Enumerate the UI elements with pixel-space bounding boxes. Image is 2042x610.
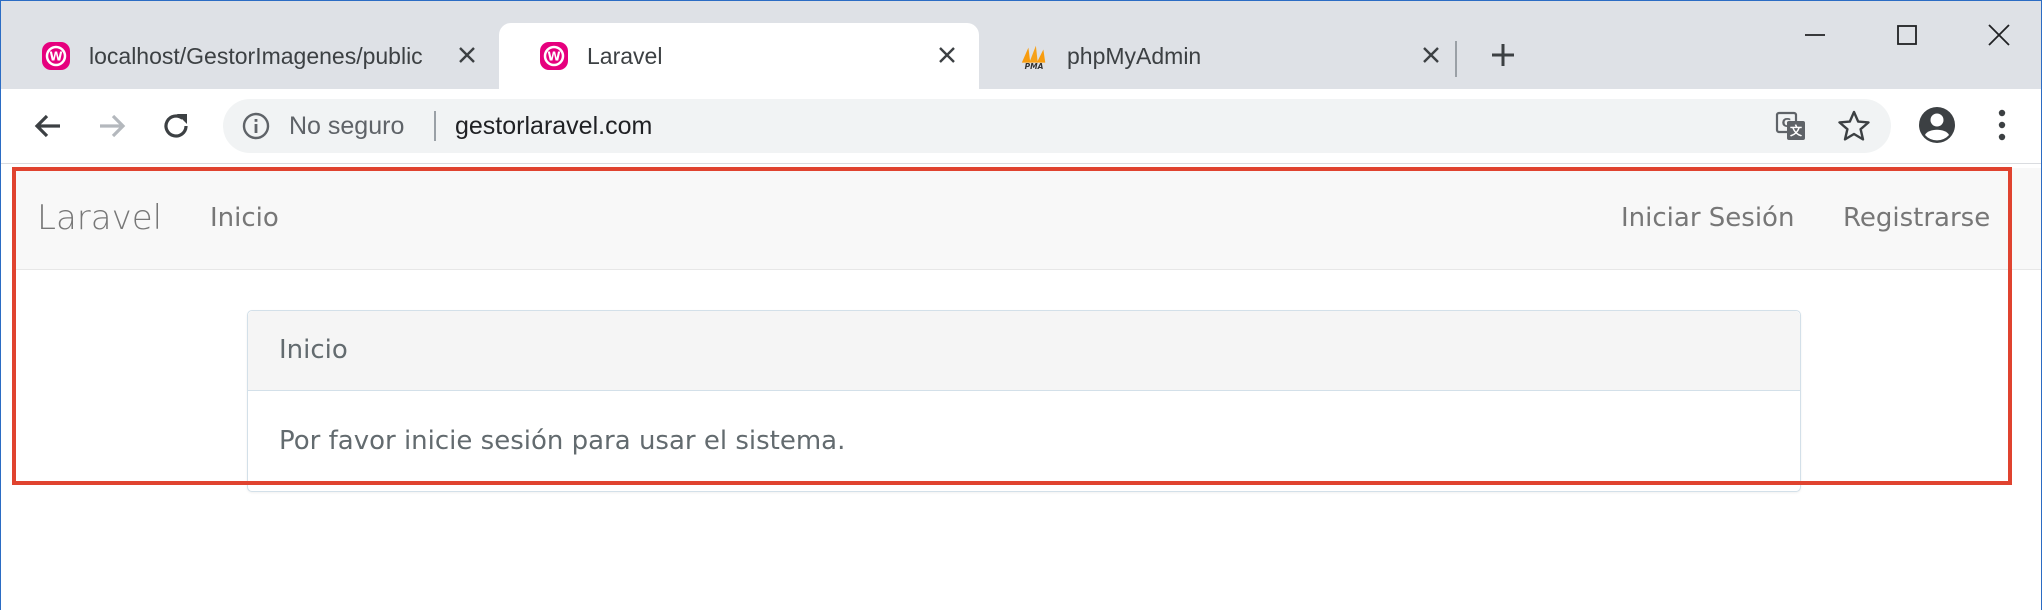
svg-text:PMA: PMA — [1025, 62, 1044, 71]
nav-link-register[interactable]: Registrarse — [1843, 168, 1990, 269]
menu-icon[interactable] — [1987, 103, 2017, 147]
tab-laravel[interactable]: W Laravel — [499, 23, 979, 89]
profile-icon[interactable] — [1915, 103, 1959, 147]
security-label[interactable]: No seguro — [289, 99, 404, 153]
tab-title: localhost/GestorImagenes/public — [89, 42, 423, 69]
wamp-icon: W — [539, 41, 569, 71]
tab-strip: W localhost/GestorImagenes/public W Lara… — [1, 1, 2041, 89]
address-bar[interactable]: No seguro gestorlaravel.com G文 — [223, 99, 1891, 153]
phpmyadmin-icon: PMA — [1019, 41, 1049, 71]
divider — [434, 111, 436, 141]
tab-title: phpMyAdmin — [1067, 42, 1202, 69]
close-icon[interactable] — [453, 41, 481, 69]
back-button[interactable] — [27, 105, 69, 147]
card-header: Inicio — [248, 311, 1800, 391]
card-body: Por favor inicie sesión para usar el sis… — [279, 426, 846, 456]
close-icon[interactable] — [1417, 41, 1445, 69]
maximize-button[interactable] — [1887, 15, 1927, 55]
new-tab-button[interactable] — [1485, 37, 1521, 73]
tab-separator — [1455, 41, 1457, 77]
svg-text:W: W — [547, 50, 560, 64]
close-window-button[interactable] — [1979, 15, 2019, 55]
navbar: Laravel Inicio Iniciar Sesión Registrars… — [13, 168, 2041, 270]
forward-button[interactable] — [91, 105, 133, 147]
info-icon[interactable] — [241, 111, 271, 141]
wamp-icon: W — [41, 41, 71, 71]
tab-gestorimagenes[interactable]: W localhost/GestorImagenes/public — [1, 23, 499, 89]
browser-window: W localhost/GestorImagenes/public W Lara… — [0, 0, 2042, 610]
tab-phpmyadmin[interactable]: PMA phpMyAdmin — [979, 23, 1463, 89]
url-text[interactable]: gestorlaravel.com — [455, 99, 652, 153]
minimize-button[interactable] — [1795, 15, 1835, 55]
nav-link-login[interactable]: Iniciar Sesión — [1621, 168, 1794, 269]
web-page: Laravel Inicio Iniciar Sesión Registrars… — [1, 164, 2041, 610]
reload-button[interactable] — [155, 105, 197, 147]
close-icon[interactable] — [933, 41, 961, 69]
translate-icon[interactable]: G文 — [1775, 110, 1807, 142]
svg-text:W: W — [49, 50, 62, 64]
brand-link[interactable]: Laravel — [37, 168, 162, 269]
nav-link-inicio[interactable]: Inicio — [210, 168, 279, 269]
tab-title: Laravel — [587, 42, 663, 69]
svg-text:文: 文 — [1790, 123, 1803, 138]
browser-toolbar: No seguro gestorlaravel.com G文 — [1, 89, 2041, 164]
home-card: Inicio Por favor inicie sesión para usar… — [247, 310, 1801, 492]
star-icon[interactable] — [1837, 109, 1871, 143]
